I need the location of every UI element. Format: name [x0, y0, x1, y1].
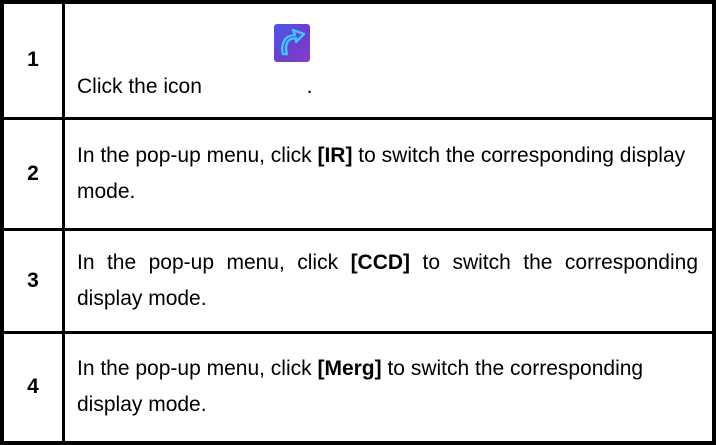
ccd-keyword: [CCD] [350, 250, 411, 274]
step-text-main: Click the icon [77, 75, 202, 98]
step-row: 1 Click the icon . [0, 0, 716, 120]
step-text: In the pop-up menu, click [IR] to switch… [62, 116, 716, 231]
step-text-period: . [306, 75, 313, 98]
step-row: 2 In the pop-up menu, click [IR] to swit… [0, 116, 716, 231]
merg-keyword: [Merg] [317, 357, 382, 381]
curved-arrow-switch-icon [274, 24, 310, 62]
step-row: 4 In the pop-up menu, click [Merg] to sw… [0, 330, 716, 445]
step-text: In the pop-up menu, click [CCD] to switc… [62, 227, 716, 334]
step-number: 1 [0, 0, 65, 120]
step-number: 3 [0, 227, 65, 334]
ir-keyword: [IR] [317, 143, 353, 167]
step-row: 3 In the pop-up menu, click [CCD] to swi… [0, 227, 716, 334]
step-text: Click the icon . [62, 0, 716, 120]
step-text: In the pop-up menu, click [Merg] to swit… [62, 330, 716, 445]
step-number: 4 [0, 330, 65, 445]
steps-table: 1 Click the icon . 2 In the pop-up menu,… [0, 0, 716, 445]
step-number: 2 [0, 116, 65, 231]
